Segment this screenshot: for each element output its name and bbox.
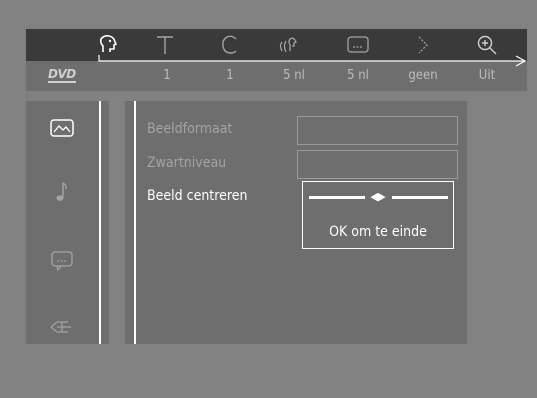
sidebar [26, 101, 109, 344]
picture-icon[interactable] [46, 113, 78, 143]
subtitle-icon[interactable] [345, 33, 371, 57]
panel-divider [134, 101, 136, 344]
ok-hint: OK om te einde [329, 224, 427, 240]
centering-popup: ◀▶ OK om te einde [302, 181, 454, 249]
language-icon[interactable] [46, 246, 78, 276]
subtitle-value: 5 nl [347, 68, 369, 83]
audio-value: 5 nl [283, 68, 305, 83]
top-bar: DVD 1 1 5 nl 5 nl geen Uit [26, 29, 527, 91]
chapter-value: 1 [226, 68, 234, 83]
beeldformaat-field[interactable] [297, 116, 458, 145]
angle-icon[interactable] [95, 33, 121, 57]
menu-item-beeldformaat[interactable]: Beeldformaat [147, 121, 232, 137]
menu-item-zwartniveau[interactable]: Zwartniveau [147, 155, 226, 171]
sidebar-divider-left [99, 101, 101, 344]
slow-motion-icon[interactable] [409, 33, 435, 57]
sound-icon[interactable] [46, 177, 78, 207]
title-value: 1 [163, 68, 171, 83]
zoom-value: Uit [478, 68, 496, 83]
slider-track-left [309, 196, 365, 199]
dvd-logo: DVD [48, 67, 76, 83]
chapter-icon[interactable] [217, 33, 243, 57]
features-icon[interactable] [46, 312, 78, 342]
zoom-icon[interactable] [474, 33, 500, 57]
title-icon[interactable] [152, 33, 178, 57]
zwartniveau-field[interactable] [297, 150, 458, 179]
header-divider-arrow [98, 55, 527, 67]
slider-arrows[interactable]: ◀▶ [366, 188, 390, 206]
slow-motion-value: geen [408, 68, 438, 83]
slider-track-right [392, 196, 448, 199]
menu-item-beeld-centreren[interactable]: Beeld centreren [147, 188, 247, 204]
audio-icon[interactable] [275, 33, 301, 57]
